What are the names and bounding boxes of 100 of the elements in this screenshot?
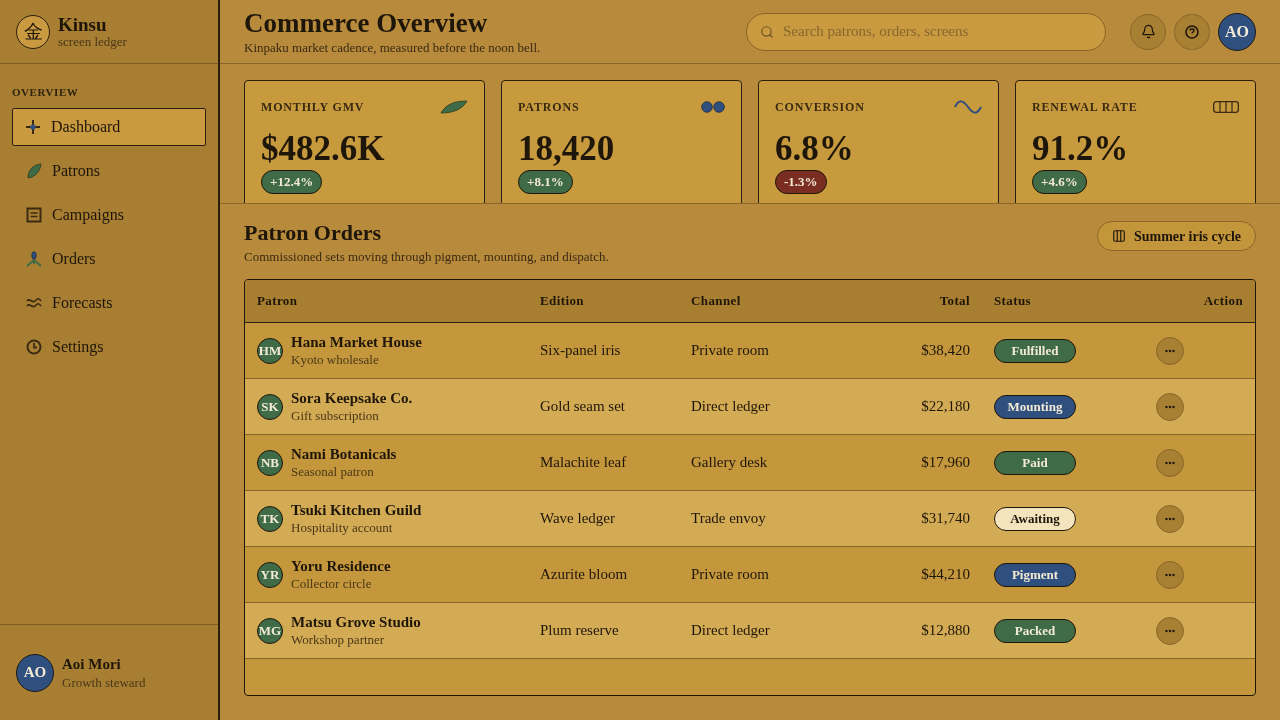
channel-cell-text: Private room (691, 565, 769, 585)
patron-avatar: SK (257, 393, 283, 420)
delta-tag: +8.1% (518, 170, 573, 194)
columns-icon (1111, 229, 1126, 243)
patron-avatar: TK (257, 505, 283, 532)
column-header: Channel (691, 292, 741, 311)
delta-tag: -1.3% (775, 170, 827, 194)
total-cell-text: $12,880 (921, 621, 970, 641)
search-icon (760, 24, 774, 39)
total-cell-text: $38,420 (921, 341, 970, 361)
page-subtitle: Kinpaku market cadence, measured before the noon bell. (244, 39, 541, 56)
patron-name: Yoru Residence (291, 559, 391, 574)
column-header: Edition (540, 292, 584, 311)
brand-logo: 金 (16, 14, 50, 49)
patron-type-label: Workshop partner (291, 633, 386, 646)
patron-type-label: Kyoto wholesale (291, 353, 380, 366)
delta-tag: +12.4% (261, 170, 323, 194)
column-header: Total (939, 292, 970, 311)
sparkle-cross-icon (25, 118, 41, 135)
cycle-button[interactable]: Summer iris cycle (1096, 221, 1256, 251)
nav-item[interactable]: Settings (12, 327, 206, 366)
more-actions-button[interactable] (1156, 560, 1184, 589)
help-icon (1185, 24, 1199, 39)
search-field[interactable]: Search patrons, orders, screens (746, 12, 1106, 51)
status-tag: Packed (994, 618, 1076, 643)
patron-name: Matsu Grove Studio (291, 615, 421, 630)
total-cell-text: $22,180 (921, 397, 970, 417)
channel-cell-text: Trade envoy (691, 509, 766, 529)
brand-tagline: screen ledger (58, 35, 127, 48)
more-actions-button[interactable] (1156, 504, 1184, 533)
tripod-figure-icon (26, 250, 42, 267)
edition-cell-text: Wave ledger (540, 509, 615, 529)
nav-item[interactable]: Forecasts (12, 283, 206, 322)
list-panel-icon (26, 206, 42, 223)
kpi-label: MONTHLY GMV (261, 99, 365, 116)
more-actions-button[interactable] (1156, 336, 1184, 365)
nav-item[interactable]: Campaigns (12, 195, 206, 234)
more-actions-button[interactable] (1156, 448, 1184, 477)
user-role: Growth steward (62, 675, 146, 689)
status-tag: Paid (994, 450, 1076, 475)
notifications-button[interactable] (1130, 13, 1166, 50)
patron-name: Hana Market House (291, 335, 422, 350)
edition-cell-text: Six-panel iris (540, 341, 621, 361)
section-subtitle: Commissioned sets moving through pigment, mounting, and dispatch. (244, 249, 609, 265)
help-button[interactable] (1174, 13, 1210, 50)
patron-type-label: Collector circle (291, 577, 373, 590)
kpi-label: RENEWAL RATE (1032, 99, 1138, 116)
edition-cell-text: Azurite bloom (540, 565, 628, 585)
column-header: Status (994, 292, 1032, 311)
wave-icon (954, 100, 982, 114)
total-cell-text: $44,210 (921, 565, 970, 585)
patron-avatar: HM (257, 337, 283, 364)
total-cell-text: $17,960 (921, 453, 970, 473)
kpi-value: 6.8% (775, 129, 855, 169)
bell-icon (1140, 24, 1156, 39)
column-header: Patron (257, 292, 298, 311)
patron-name: Tsuki Kitchen Guild (291, 503, 422, 518)
brand-name: Kinsu (58, 15, 108, 34)
kpi-value: 18,420 (518, 129, 616, 169)
clock-icon (26, 338, 42, 355)
status-tag: Mounting (994, 394, 1076, 419)
kpi-value: $482.6K (261, 129, 386, 169)
status-tag: Awaiting (994, 506, 1076, 531)
nav-item[interactable]: Patrons (12, 151, 206, 190)
profile-avatar-button[interactable]: AO (1218, 12, 1256, 51)
leaf-icon (440, 100, 468, 114)
segmented-bar-icon (1213, 101, 1239, 113)
edition-cell-text: Malachite leaf (540, 453, 627, 473)
patron-name: Nami Botanicals (291, 447, 397, 462)
channel-cell-text: Gallery desk (691, 453, 768, 473)
nav-item[interactable]: Dashboard (12, 107, 206, 146)
patron-avatar: MG (257, 617, 283, 644)
leaf-icon (26, 162, 42, 179)
more-actions-button[interactable] (1156, 392, 1184, 421)
nav-item[interactable]: Orders (12, 239, 206, 278)
user-avatar: AO (16, 653, 54, 692)
patron-type-label: Seasonal patron (291, 465, 375, 478)
column-header: Action (1203, 292, 1243, 311)
edition-cell-text: Plum reserve (540, 621, 619, 641)
nav-section-label: OVERVIEW (12, 85, 80, 100)
two-dots-icon (701, 101, 725, 113)
patron-type-label: Gift subscription (291, 409, 380, 422)
page-title: Commerce Overview (244, 7, 489, 38)
kpi-label: PATRONS (518, 99, 580, 116)
total-cell-text: $31,740 (921, 509, 970, 529)
edition-cell-text: Gold seam set (540, 397, 625, 417)
status-tag: Pigment (994, 562, 1076, 587)
channel-cell-text: Private room (691, 341, 769, 361)
patron-type-label: Hospitality account (291, 521, 394, 534)
more-actions-button[interactable] (1156, 616, 1184, 645)
section-title: Patron Orders (244, 220, 383, 246)
patron-avatar: YR (257, 561, 283, 588)
patron-name: Sora Keepsake Co. (291, 391, 413, 406)
status-tag: Fulfilled (994, 338, 1076, 363)
delta-tag: +4.6% (1032, 170, 1087, 194)
kpi-label: CONVERSION (775, 99, 865, 116)
kpi-value: 91.2% (1032, 129, 1130, 169)
user-name: Aoi Mori (62, 656, 122, 672)
channel-cell-text: Direct ledger (691, 397, 770, 417)
channel-cell-text: Direct ledger (691, 621, 770, 641)
